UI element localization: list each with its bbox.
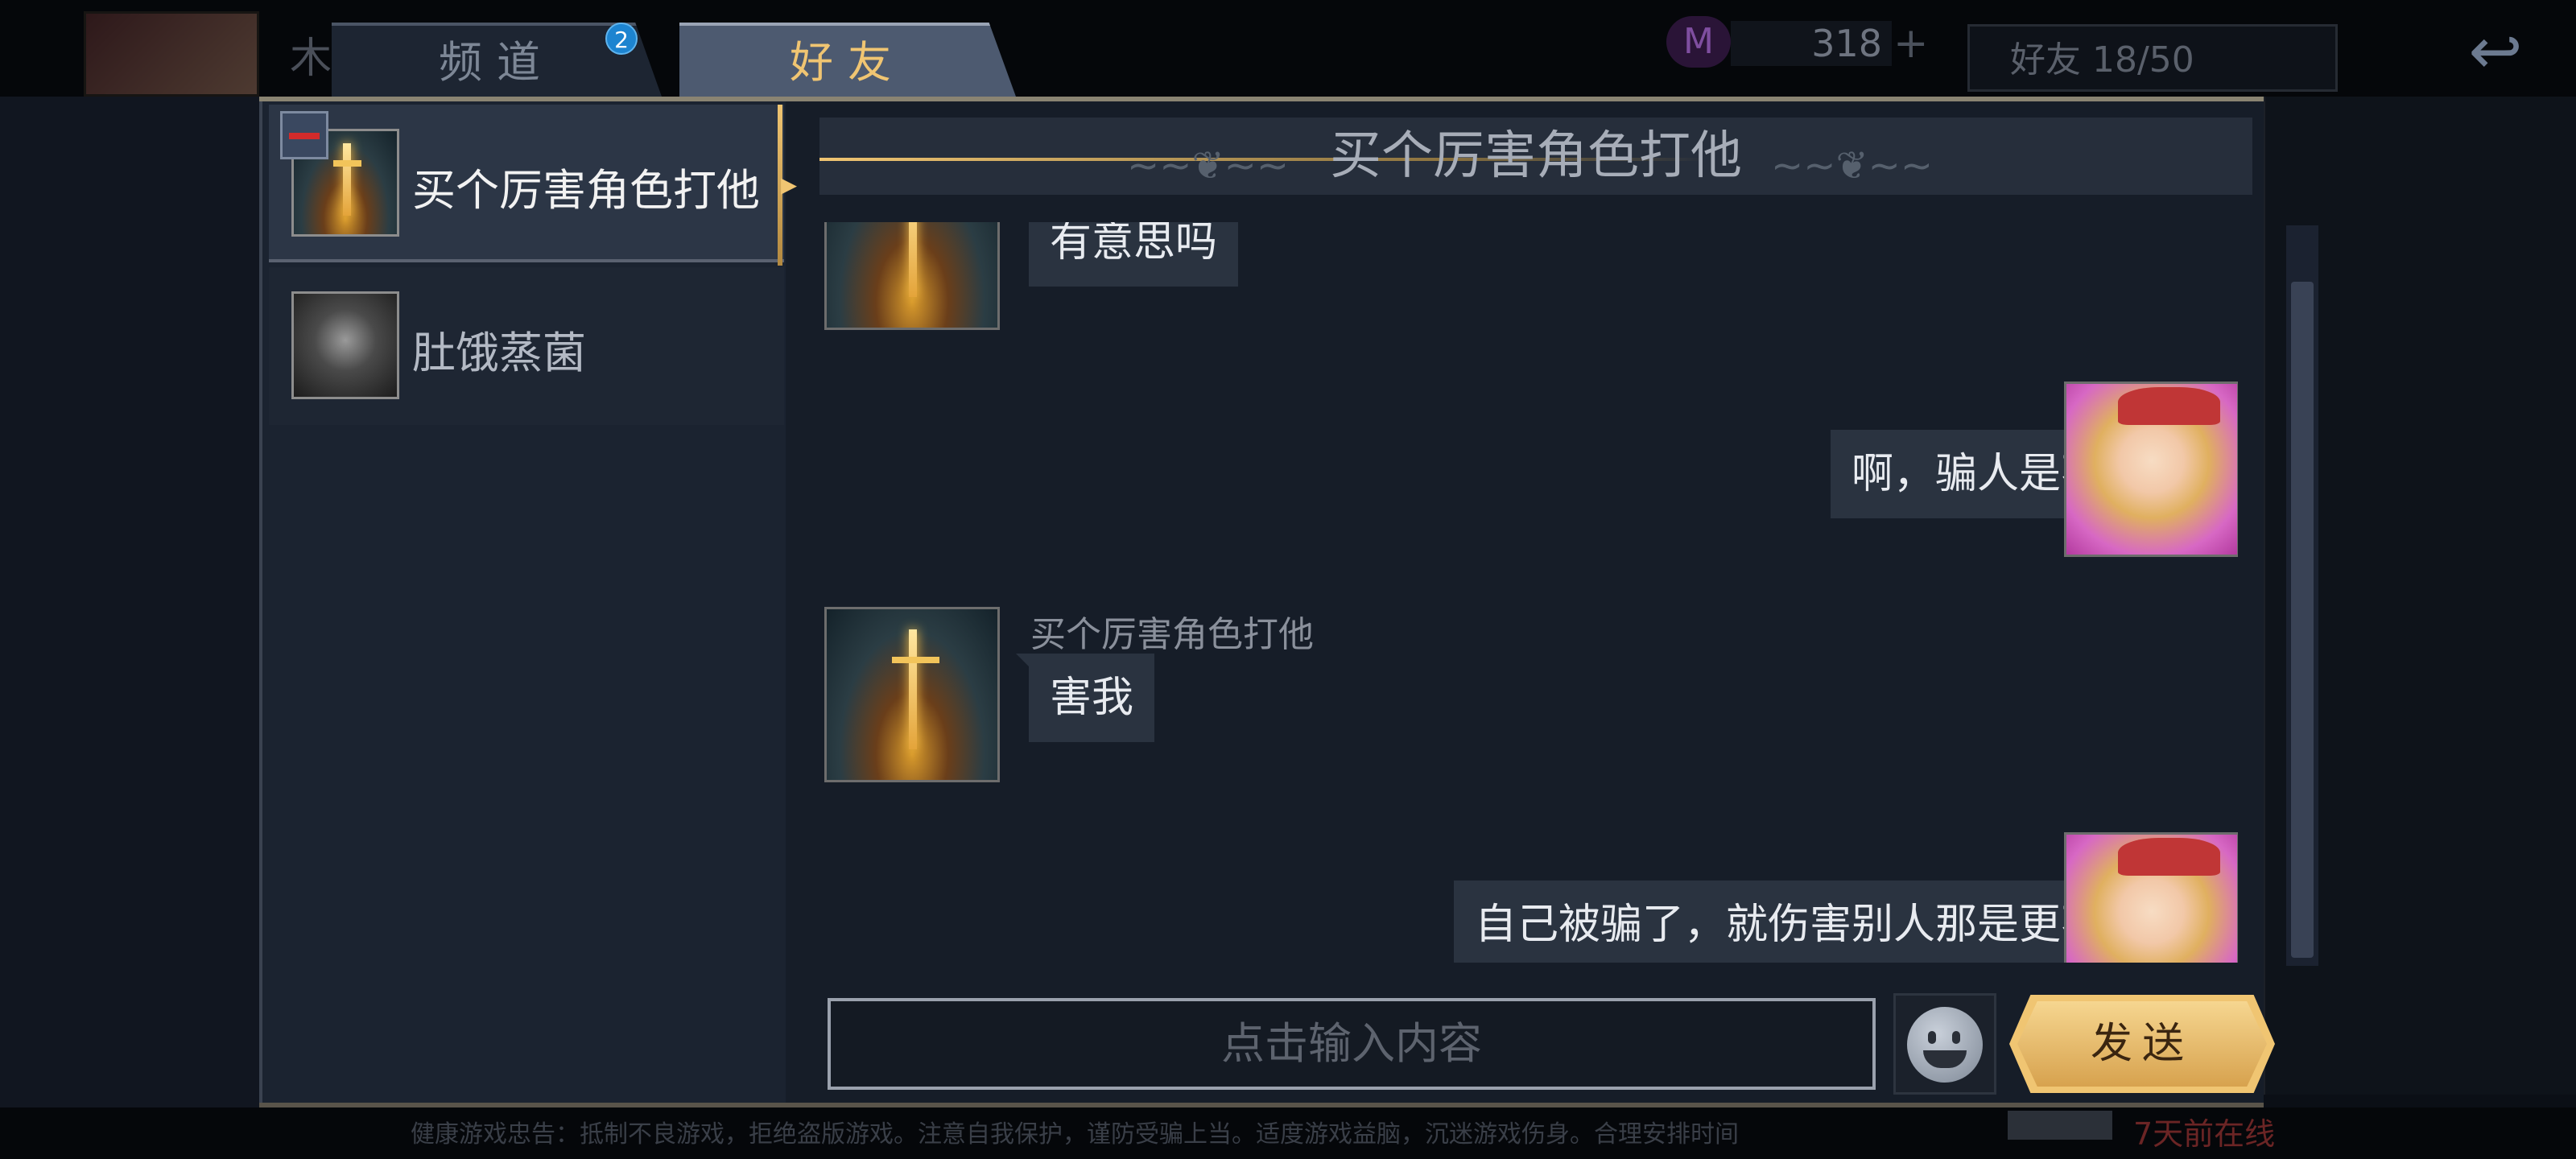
remove-friend-checkbox[interactable] xyxy=(280,111,328,159)
girl-avatar xyxy=(2064,832,2238,963)
friend-item[interactable]: 肚饿蒸菌 xyxy=(269,267,784,425)
friend-list: 买个厉害角色打他 肚饿蒸菌 xyxy=(259,101,786,1103)
friend-name: 买个厉害角色打他 xyxy=(412,165,760,216)
friend-item-selected[interactable]: 买个厉害角色打他 xyxy=(269,105,784,262)
back-arrow-icon[interactable]: ↩ xyxy=(2450,19,2541,84)
friend-count-label: 好友 18/50 xyxy=(1967,24,2338,92)
message-bubble: 害我 xyxy=(1015,654,1155,742)
girl-avatar xyxy=(2064,382,2238,557)
friend-name: 肚饿蒸菌 xyxy=(412,328,586,378)
online-status: 7天前在线 xyxy=(2133,1116,2276,1152)
sword-avatar xyxy=(824,222,1000,330)
health-notice: 健康游戏忠告：抵制不良游戏，拒绝盗版游戏。注意自我保护，谨防受骗上当。适度游戏益… xyxy=(411,1120,1739,1149)
tab-friends[interactable]: 好友 xyxy=(679,23,1016,97)
sender-name: 买个厉害角色打他 xyxy=(1030,614,1314,655)
selection-arrow-icon: ▸ xyxy=(781,166,798,203)
message-bubble: 有意思吗 xyxy=(1029,222,1239,287)
channel-unread-badge: 2 xyxy=(605,23,638,55)
smiley-face-icon xyxy=(1907,1007,1983,1083)
player-name-partial: 木 xyxy=(290,35,332,83)
player-avatar xyxy=(84,11,259,97)
friend-thumbnail xyxy=(2008,1111,2112,1140)
emoji-button[interactable] xyxy=(1893,993,1996,1095)
dark-character-avatar xyxy=(291,291,399,399)
chat-title: 买个厉害角色打他 xyxy=(1330,126,1742,186)
sword-avatar xyxy=(824,607,1000,782)
send-button[interactable]: 发送 xyxy=(2017,1001,2267,1087)
currency-m-icon: M xyxy=(1666,16,1731,68)
background-left-panel xyxy=(0,97,259,1111)
chat-scrollbar-thumb[interactable] xyxy=(2291,282,2314,958)
add-currency-icon[interactable]: + xyxy=(1893,21,1929,66)
currency-value: 318 xyxy=(1731,21,1892,66)
message-input[interactable]: 点击输入内容 xyxy=(828,998,1876,1090)
message-list[interactable]: 有意思吗 木伞 啊，骗人是不好的 买个厉害角色打他 害我 木伞 自己被骗了，就伤… xyxy=(813,222,2238,963)
